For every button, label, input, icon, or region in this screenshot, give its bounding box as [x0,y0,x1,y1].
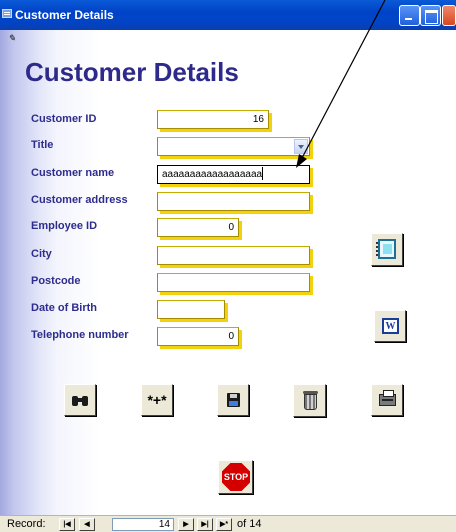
current-record-input[interactable]: 14 [112,518,174,531]
notebook-button[interactable] [371,233,403,266]
city-label: City [31,248,52,260]
customer-name-value: aaaaaaaaaaaaaaaaaa [162,169,263,180]
printer-icon [379,390,396,406]
word-button[interactable]: W [374,310,406,342]
delete-record-button[interactable] [293,384,326,417]
notebook-icon [376,239,396,259]
access-form-window: Customer Details ✎ Customer Details Cust… [0,0,456,532]
window-title: Customer Details [15,8,114,22]
postcode-field[interactable] [157,273,310,292]
stop-label: STOP [223,472,249,482]
text-caret [262,167,264,180]
find-record-button[interactable] [64,384,96,416]
title-bar[interactable]: Customer Details [0,0,456,30]
new-record-icon: *+* [147,392,167,408]
close-button[interactable] [442,5,456,26]
customer-address-field[interactable] [157,192,310,211]
save-record-button[interactable] [217,384,249,416]
customer-address-label: Customer address [31,194,128,206]
customer-name-field[interactable]: aaaaaaaaaaaaaaaaaa [157,165,310,184]
record-navigation-bar: Record: |◀ ◀ 14 ▶ ▶| ▶* of 14 [0,515,456,532]
minimize-button[interactable] [399,5,420,26]
title-combobox[interactable] [157,137,310,156]
first-record-button[interactable]: |◀ [59,518,75,531]
close-form-stop-button[interactable]: STOP [218,460,253,494]
employee-id-label: Employee ID [31,220,98,232]
save-disk-icon [227,393,240,407]
trash-bin-icon [303,391,318,412]
record-edit-pencil-icon: ✎ [8,33,16,43]
title-label: Title [31,139,54,151]
record-count: of 14 [237,518,262,530]
postcode-label: Postcode [31,275,81,287]
stop-sign-icon: STOP [222,463,250,491]
next-record-button[interactable]: ▶ [178,518,194,531]
last-record-button[interactable]: ▶| [197,518,213,531]
title-dropdown-arrow-icon[interactable] [294,139,308,154]
telephone-number-field[interactable]: 0 [157,327,239,346]
maximize-button[interactable] [420,5,441,26]
binoculars-icon [72,394,88,407]
date-of-birth-field[interactable] [157,300,225,319]
print-button[interactable] [371,384,403,416]
customer-name-label: Customer name [31,167,115,179]
new-record-button[interactable]: *+* [141,384,173,416]
record-label: Record: [7,518,46,530]
city-field[interactable] [157,246,310,265]
form-window-icon[interactable] [2,9,12,18]
date-of-birth-label: Date of Birth [31,302,97,314]
customer-id-label: Customer ID [31,113,97,125]
previous-record-button[interactable]: ◀ [79,518,95,531]
form-title: Customer Details [25,57,239,87]
word-icon: W [382,318,399,334]
employee-id-field[interactable]: 0 [157,218,239,237]
customer-id-field[interactable]: 16 [157,110,269,129]
telephone-number-label: Telephone number [31,329,129,341]
form-body: ✎ Customer Details Customer ID 16 Title … [0,30,456,515]
new-record-nav-button[interactable]: ▶* [216,518,232,531]
